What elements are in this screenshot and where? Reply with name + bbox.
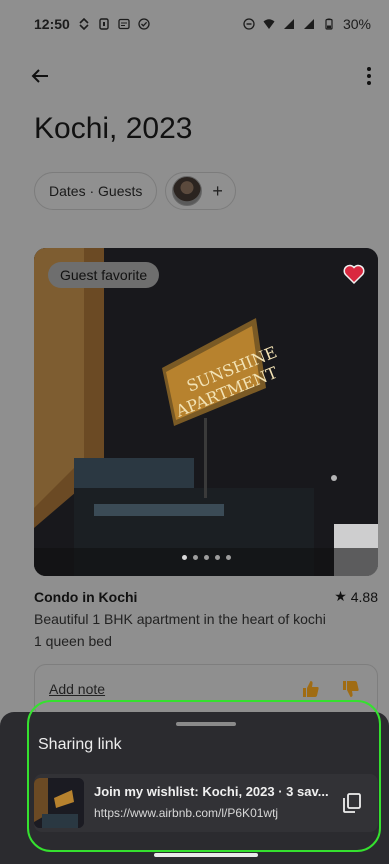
note-card: Add note bbox=[34, 664, 378, 718]
lock-notification-icon bbox=[99, 18, 109, 30]
arrow-left-icon[interactable] bbox=[28, 64, 52, 88]
thumbs-down-icon[interactable] bbox=[341, 679, 361, 699]
share-link-row[interactable]: Join my wishlist: Kochi, 2023 · 3 sav...… bbox=[34, 774, 378, 832]
listing-info[interactable]: Condo in Kochi ★ 4.88 Beautiful 1 BHK ap… bbox=[34, 588, 378, 649]
rating-value: 4.88 bbox=[350, 588, 378, 605]
guest-favorite-badge: Guest favorite bbox=[48, 262, 160, 288]
filter-chips: Dates · Guests + bbox=[34, 172, 236, 210]
share-thumbnail bbox=[34, 778, 84, 828]
more-vertical-icon[interactable] bbox=[357, 64, 381, 88]
carousel-dot bbox=[226, 555, 231, 560]
sheet-drag-handle[interactable] bbox=[176, 722, 236, 726]
carousel-dots bbox=[182, 555, 231, 560]
carousel-dot bbox=[204, 555, 209, 560]
share-thumbnail-illustration bbox=[34, 778, 84, 828]
toolbar bbox=[0, 58, 389, 94]
wifi-icon bbox=[263, 19, 275, 29]
listing-header: Condo in Kochi ★ 4.88 bbox=[34, 588, 378, 605]
star-icon: ★ bbox=[334, 588, 347, 604]
listing-rating: ★ 4.88 bbox=[334, 588, 378, 605]
listing-photo-illustration: SUNSHINE APARTMENT bbox=[34, 248, 378, 576]
status-time: 12:50 bbox=[34, 16, 70, 32]
listing-description: Beautiful 1 BHK apartment in the heart o… bbox=[34, 611, 326, 627]
guests-chip[interactable]: + bbox=[165, 172, 236, 210]
thumbs-up-icon[interactable] bbox=[301, 679, 321, 699]
page-title: Kochi, 2023 bbox=[34, 112, 193, 145]
carousel-dot bbox=[193, 555, 198, 560]
share-title: Join my wishlist: Kochi, 2023 · 3 sav... bbox=[94, 784, 329, 799]
status-bar: 12:50 30% bbox=[0, 0, 389, 48]
sheet-title: Sharing link bbox=[38, 736, 122, 753]
gesture-bar[interactable] bbox=[154, 853, 258, 857]
signal-icon bbox=[283, 19, 294, 29]
share-url: https://www.airbnb.com/l/P6K01wtj bbox=[94, 806, 279, 820]
dnd-icon bbox=[243, 18, 255, 30]
feedback-buttons bbox=[301, 679, 361, 699]
signal-icon-2 bbox=[303, 19, 314, 29]
copy-icon[interactable] bbox=[340, 791, 364, 815]
status-right: 30% bbox=[243, 16, 371, 32]
add-note-link[interactable]: Add note bbox=[49, 681, 105, 697]
battery-percentage: 30% bbox=[342, 16, 371, 32]
dates-guests-chip[interactable]: Dates · Guests bbox=[34, 172, 158, 210]
carousel-dot bbox=[182, 555, 187, 560]
add-guest-label: + bbox=[212, 180, 223, 201]
avatar bbox=[172, 176, 203, 206]
carousel-dot bbox=[215, 555, 220, 560]
heart-icon[interactable] bbox=[342, 262, 366, 286]
sharing-sheet: Sharing link Join my wishlist: Kochi, 20… bbox=[0, 712, 389, 864]
listing-name: Condo in Kochi bbox=[34, 588, 138, 605]
listing-photo[interactable]: SUNSHINE APARTMENT Guest favorite bbox=[34, 248, 378, 576]
calendar-icon bbox=[118, 18, 130, 30]
battery-icon bbox=[325, 18, 333, 30]
sync-icon bbox=[79, 18, 89, 30]
listing-beds: 1 queen bed bbox=[34, 633, 112, 649]
status-left: 12:50 bbox=[34, 16, 150, 32]
check-circle-icon bbox=[138, 18, 150, 30]
